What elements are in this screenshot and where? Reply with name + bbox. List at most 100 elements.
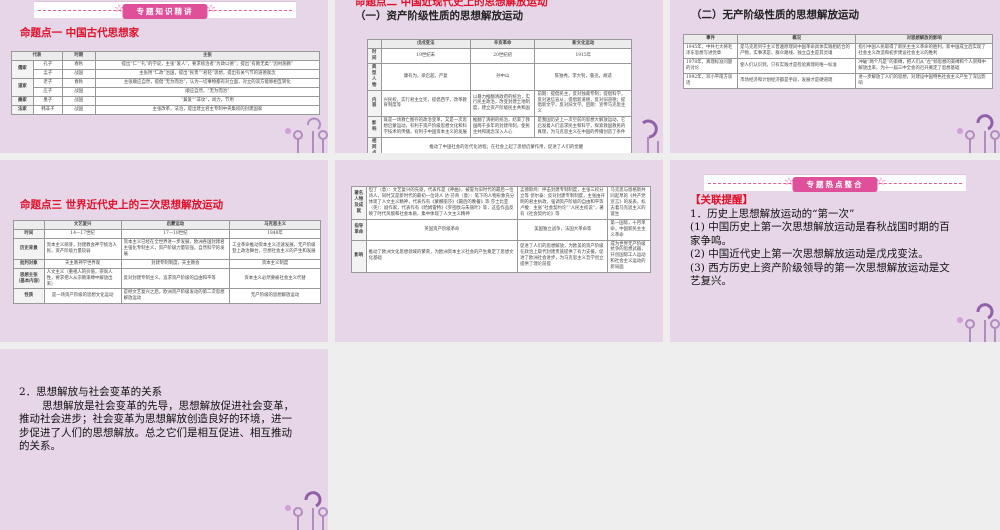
table-row: 儒家 孔子 春秋 提出“仁”“礼”的学说，主张“爱人”，要求统治者“为政以德”；提出“… xyxy=(11,59,321,79)
table-cell: 进一步解放了人们的思想，对建设中国特色社会主义产生了深远影响 xyxy=(855,72,993,89)
row-label: 时间 xyxy=(13,228,45,239)
slide-subtitle: （一）资产阶级性质的思想解放运动 xyxy=(355,10,523,22)
table-row: 法家 韩非子 战国 主张改革，法治，提出建立君主专制中央集权的封建国家 xyxy=(11,104,321,115)
table-cell: 战国 xyxy=(61,86,96,97)
table-cell: 前期：提倡民主，反对独裁专制；提倡科学，反对迷信盲从；提倡新道德，反对旧道德；提… xyxy=(534,89,632,118)
text-line: 1．历史上思想解放运动的“第一次” xyxy=(690,207,855,220)
table-cell: 推动了中国社会的近代化进程；在社会上起了思想启蒙作用，促进了人们的觉醒 xyxy=(380,137,633,153)
table-cell: 兴民权，实行君主立宪，提倡西学，改革教育制度等 xyxy=(380,89,471,118)
table-row: 道家 老子 春秋 主张顺应自然，提倡“无为而治”，认为一切事物都有对立面，对立的双方能… xyxy=(11,77,321,97)
row-label: 典型人物 xyxy=(367,62,382,91)
table-cell: 英国资产阶级革命 xyxy=(365,218,519,241)
table-cell: 韩非子 xyxy=(32,104,63,115)
relationship-text: 2．思想解放与社会变革的关系 思想解放是社会变革的先导，思想解放促进社会变革，推… xyxy=(19,386,301,454)
table-cell: 老子 xyxy=(32,77,63,88)
table-cell: 顺应自然，“无为而治” xyxy=(94,86,321,97)
table-row: 思想主张（基本内容） 人文主义（重视人的价值，崇尚人性，要求把人从宗教束缚中解放出… xyxy=(13,267,321,290)
row-label: 著名人物及成就 xyxy=(351,186,367,220)
table-cell: 主张顺应自然，提倡“无为而治”，认为一切事物都有对立面，对立的双方能够相互转化 xyxy=(94,77,321,88)
column-header xyxy=(367,39,382,49)
table-cell: 战国 xyxy=(61,95,96,106)
tag-label: 【关联提醒】 xyxy=(690,194,753,206)
section-heading: 2．思想解放与社会变革的关系 xyxy=(19,386,163,398)
table-row: 指导革命 英国资产阶级革命 美国独立战争，法国大革命等 第一国际，十月革命，中国新民主… xyxy=(351,218,651,241)
section-banner: ☆ 专题知识精讲 ☆ xyxy=(34,1,296,19)
slide-7[interactable]: 2．思想解放与社会变革的关系 思想解放是社会变革的先导，思想解放促进社会变革，推… xyxy=(0,349,328,530)
table-cell: 以暴力推翻清政府的统治，实行民主政治，改变封建土地制度，建立资产阶级民主共和国 xyxy=(469,89,536,118)
table-cell: 推动了欧洲文化思想领域的繁荣，为欧洲资本主义社会的产生奠定了思想文化基础 xyxy=(365,239,519,274)
table-cell: 陈独秀，李大钊，鲁迅，胡适 xyxy=(534,62,632,91)
section-banner: ☆ 专题热点整合 ☆ xyxy=(704,174,966,192)
table-row: 孟子 战国 主张用“仁政”治国，提出“民贵”“君轻”思想，提出有关气节的道德观念 xyxy=(12,68,321,79)
table-cell: 无产阶级的思想解放运动 xyxy=(229,288,321,305)
row-label: 性质 xyxy=(13,288,45,305)
table-cell: 20世纪初 xyxy=(469,47,536,64)
table-row: 时间 14—17世纪 17—18世纪 1848年 xyxy=(13,228,321,239)
table-cell: 使人们认识到，只有实践才是检验真理的唯一标准 xyxy=(737,57,857,74)
table-cell: 17—18世纪 xyxy=(120,228,231,239)
table-row: 庄子 战国 顺应自然，“无为而治” xyxy=(12,86,321,97)
table-cell: 第一国际，十月革命，中国新民主主义革命 xyxy=(607,218,651,241)
table-cell: 孟德斯鸠：抨击封建专制制度，主张三权分立等 伏尔泰：反对封建专制制度，主张由开明… xyxy=(517,186,609,220)
column-header: 概况 xyxy=(737,34,857,44)
slide-title: 命题点一 中国古代思想家 xyxy=(20,27,140,39)
slide-4[interactable]: 命题点三 世界近代史上的三次思想解放运动 文艺复兴 启蒙运动 马克思主义 时间 14—… xyxy=(0,160,328,342)
table-cell: 资本主义已经在全世界进一步发展，欧洲各国封建君主强化专制主义，资产阶级力量较强，… xyxy=(120,237,231,260)
table-cell: 人文主义（重视人的价值，崇尚人性，要求把人从宗教束缚中解放出来） xyxy=(43,267,122,290)
paragraph: 思想解放是社会变革的先导，思想解放促进社会变革，推动社会进步；社会变革为思想解放… xyxy=(19,399,295,453)
text-line: (3) 西方历史上资产阶级领导的第一次思想解放运动是文艺复兴。 xyxy=(690,261,950,288)
slide-subtitle: （二）无产阶级性质的思想解放运动 xyxy=(691,9,859,21)
table-row: 1992年，邓小平南方谈话 市场经济和计划经济都是手段，发展才是硬道理 进一步解放了… xyxy=(682,72,993,89)
row-label: 时间 xyxy=(367,47,382,64)
column-header: 对思想解放的影响 xyxy=(855,34,993,44)
table-cell: 庄子 xyxy=(32,86,63,97)
school-cell: 儒家 xyxy=(11,59,34,79)
table-cell: 1978年，真理标准问题的讨论 xyxy=(682,57,739,74)
table-cell: 是继文艺复兴之后，欧洲资产阶级发动的第二次思想解放运动 xyxy=(120,288,231,305)
table-cell: 孟子 xyxy=(32,68,63,79)
slide-6[interactable]: ☆ 专题热点整合 ☆ 【关联提醒】 1．历史上思想解放运动的“第一次” (1) … xyxy=(670,160,1000,342)
table-row: 影响 推动了欧洲文化思想领域的繁荣，为欧洲资本主义社会的产生奠定了思想文化基础 促进… xyxy=(351,239,651,274)
slide-3[interactable]: （二）无产阶级性质的思想解放运动 事件 概况 对思想解放的影响 1945年，中共七大… xyxy=(670,0,1000,153)
table-cell: 主张用“仁政”治国，提出“民贵”“君轻”思想，提出有关气节的道德观念 xyxy=(94,68,321,79)
table-row: 内容 兴民权，实行君主立宪，提倡西学，改革教育制度等 以暴力推翻清政府的统治，实行民… xyxy=(367,89,632,118)
slide-2[interactable]: 命题点二 中国近现代史上的思想解放运动 （一）资产阶级性质的思想解放运动 戊戌变… xyxy=(335,0,663,153)
table-cell: 资本主义必然要被社会主义代替 xyxy=(229,267,321,290)
school-cell: 墨家 xyxy=(11,95,34,106)
table-cell: 春秋 xyxy=(61,77,96,88)
slide-5[interactable]: 著名人物及成就 但丁（意）：文艺复兴的先驱，代表作是《神曲》，被誉为旧时代的最后一… xyxy=(335,160,663,342)
slide-1[interactable]: ☆ 专题知识精讲 ☆ 命题点一 中国古代思想家 代表 时期 主张 儒家 孔子 春秋提… xyxy=(0,0,328,153)
table-row: 1945年，中共七大将毛泽东思想写进党章 是马克思列宁主义普遍原理同中国革命具体实… xyxy=(682,42,993,59)
banner-label: 专题知识精讲 xyxy=(122,4,208,19)
row-label: 相同点 xyxy=(367,137,382,153)
bourgeois-movements-table: 戊戌变法 辛亥革命 新文化运动 时间 19世纪末 20世纪初 1915年 典型人物 康有为，梁… xyxy=(367,39,633,153)
column-header: 时期 xyxy=(61,51,96,61)
table-cell: 冲破“两个凡是”的束缚，把人们从“左”倾思想的束缚和个人崇拜中解放出来，为十一届… xyxy=(855,57,993,74)
table-cell: 春秋 xyxy=(61,59,96,70)
table-cell: 孙中山 xyxy=(469,62,536,91)
flower-decoration-icon xyxy=(642,119,659,153)
table-cell: “兼爱”“非攻”，尚力，节用 xyxy=(94,95,321,106)
table-cell: 资本主义制度 xyxy=(229,258,321,269)
proletarian-movements-table: 事件 概况 对思想解放的影响 1945年，中共七大将毛泽东思想写进党章 是马克思列宁主… xyxy=(682,34,993,89)
table-cell: 推翻了清朝的统治，结束了我国两千多年的封建帝制，使民主共和观念深入人心 xyxy=(469,116,536,139)
table-row: 影响 既是一场救亡图存的政治变革，又是一次思想启蒙运动，有利于资产阶级思想文化和科… xyxy=(367,116,632,139)
row-label: 影响 xyxy=(351,239,367,274)
table-cell: 墨子 xyxy=(32,95,63,106)
table-cell: 1915年 xyxy=(534,47,632,64)
table-cell: 成为世界无产阶级抗争的思想武器，开创国际工人运动和社会主义运动的新局面 xyxy=(607,239,651,274)
table-cell: 1945年，中共七大将毛泽东思想写进党章 xyxy=(682,42,739,59)
table-cell: 1848年 xyxy=(229,228,321,239)
table-row: 性质 是一场资产阶级的思想文化运动 是继文艺复兴之后，欧洲资产阶级发动的第二次思想解… xyxy=(13,288,321,305)
column-header: 事件 xyxy=(682,34,739,44)
table-cell: 反对封建专制主义，追求资产阶级的自由和平等 xyxy=(120,267,231,290)
table-row: 历史背景 资本主义萌芽，封建教会神学统治人民，资产阶级力量较弱 资本主义已经在全世界… xyxy=(13,237,321,260)
table-cell: 是马克思列宁主义普遍原理同中国革命具体实践相结合的产物，实事求是、群众路线、独立… xyxy=(737,42,857,59)
flower-decoration-icon xyxy=(957,303,1000,342)
table-cell: 提出“仁”“礼”的学说，主张“爱人”，要求统治者“为政以德”；提出“有教无类”“… xyxy=(94,59,321,70)
table-cell: 促进了人们的思想解放，为欧美的资产阶级在政治上取代封建贵族提供了有力支援，促进了… xyxy=(517,239,609,274)
row-label: 指导革命 xyxy=(351,218,367,241)
table-row: 著名人物及成就 但丁（意）：文艺复兴的先驱，代表作是《神曲》，被誉为旧时代的最后一… xyxy=(351,186,651,220)
table-cell: 市场经济和计划经济都是手段，发展才是硬道理 xyxy=(737,72,857,89)
column-header: 文艺复兴 xyxy=(43,220,122,230)
